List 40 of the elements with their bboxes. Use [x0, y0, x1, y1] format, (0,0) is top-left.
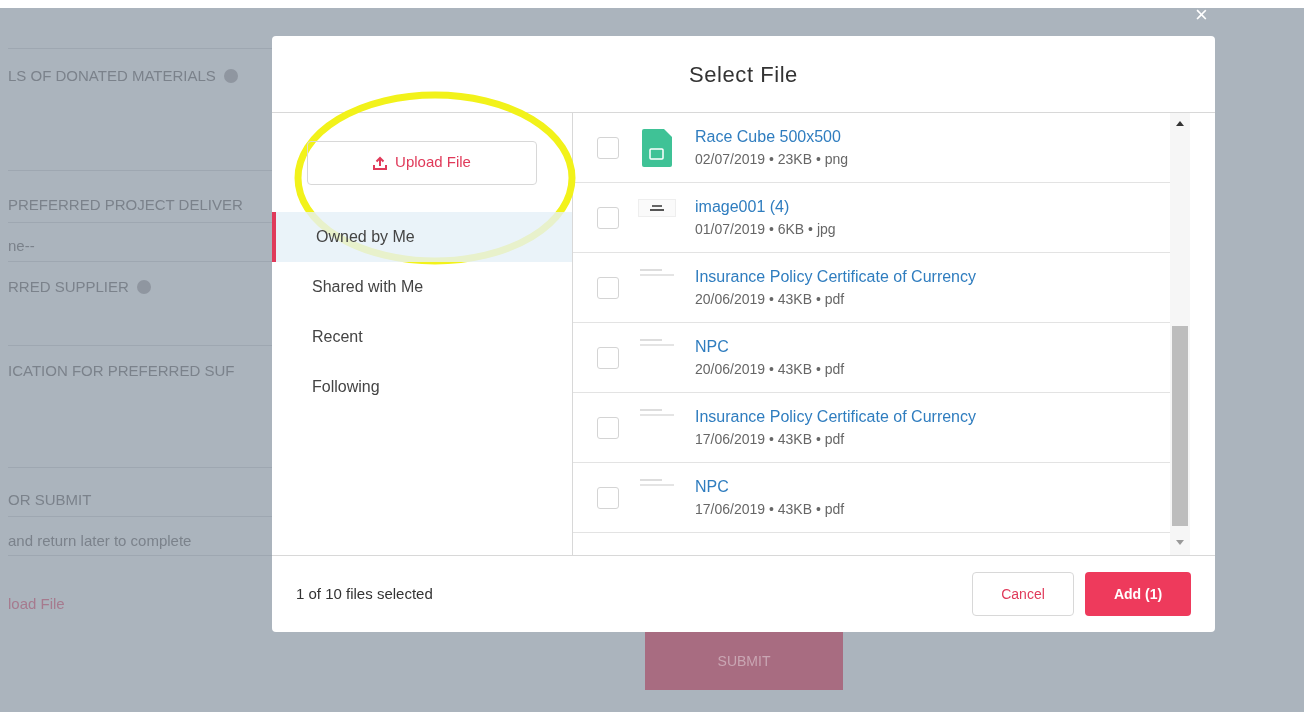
scrollbar-thumb[interactable]: [1172, 326, 1188, 526]
nav-item[interactable]: Recent: [272, 312, 572, 362]
nav-item[interactable]: Following: [272, 362, 572, 412]
info-icon: [136, 280, 151, 295]
file-name-link[interactable]: NPC: [695, 335, 845, 359]
info-icon: [223, 69, 238, 84]
nav-item[interactable]: Owned by Me: [272, 212, 572, 262]
file-checkbox[interactable]: [597, 346, 619, 369]
document-icon: [640, 408, 674, 417]
scroll-down-icon[interactable]: [1176, 540, 1184, 545]
file-checkbox[interactable]: [597, 486, 619, 509]
file-checkbox[interactable]: [597, 206, 619, 229]
image-thumbnail-icon: [638, 198, 676, 217]
document-icon: [640, 478, 674, 487]
cancel-button[interactable]: Cancel: [972, 572, 1074, 616]
file-meta: 01/07/2019 • 6KB • jpg: [695, 220, 836, 239]
file-name-link[interactable]: image001 (4): [695, 195, 836, 219]
file-name-link[interactable]: Insurance Policy Certificate of Currency: [695, 265, 976, 289]
upload-file-button[interactable]: Upload File: [307, 140, 537, 185]
file-checkbox[interactable]: [597, 416, 619, 439]
nav-item[interactable]: Shared with Me: [272, 262, 572, 312]
document-icon: [640, 268, 674, 277]
image-file-icon: [642, 128, 672, 167]
file-meta: 17/06/2019 • 43KB • pdf: [695, 430, 846, 449]
selection-status: 1 of 10 files selected: [296, 583, 433, 604]
file-meta: 02/07/2019 • 23KB • png: [695, 150, 849, 169]
upload-icon: [373, 155, 388, 170]
file-checkbox[interactable]: [597, 276, 619, 299]
file-name-link[interactable]: Race Cube 500x500: [695, 125, 849, 149]
file-meta: 20/06/2019 • 43KB • pdf: [695, 360, 845, 379]
dialog-title: Select File: [689, 60, 798, 89]
document-icon: [640, 338, 674, 347]
add-button[interactable]: Add (1): [1085, 572, 1191, 616]
file-checkbox[interactable]: [597, 136, 619, 159]
file-name-link[interactable]: Insurance Policy Certificate of Currency: [695, 405, 976, 429]
scroll-up-icon[interactable]: [1176, 121, 1184, 126]
file-meta: 17/06/2019 • 43KB • pdf: [695, 500, 845, 519]
file-name-link[interactable]: NPC: [695, 475, 845, 499]
file-meta: 20/06/2019 • 43KB • pdf: [695, 290, 846, 309]
scrollbar[interactable]: [1170, 113, 1190, 555]
